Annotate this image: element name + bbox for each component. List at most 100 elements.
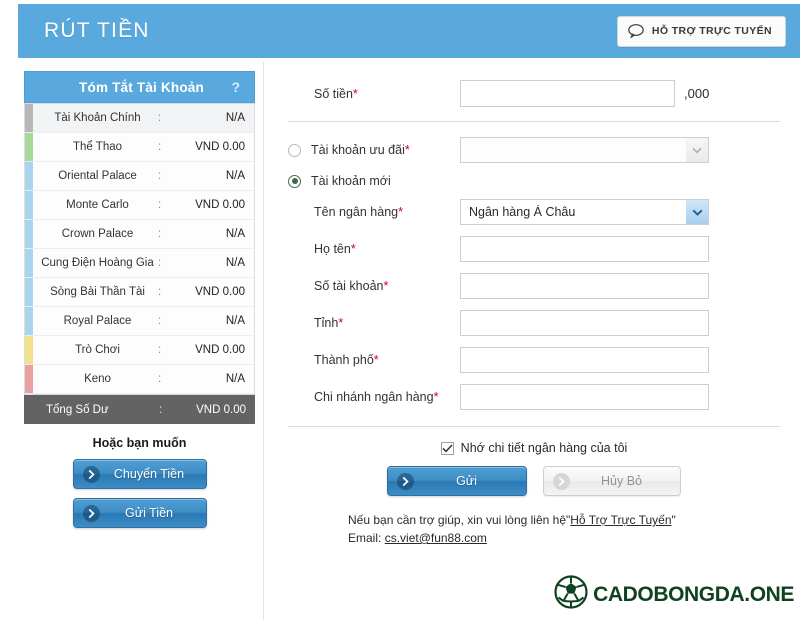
balance-row-marker [25,220,33,248]
balance-row: Cung Điện Hoàng Gia: N/A [25,249,254,278]
balance-row-marker [25,307,33,335]
balance-row: Sòng Bài Thần Tài: VND 0.00 [25,278,254,307]
left-margin [0,0,18,624]
total-balance-label: Tổng Số Dư [46,403,109,416]
bank-name-select[interactable]: Ngân hàng Á Châu [460,199,709,225]
email-line: Email: cs.viet@fun88.com [348,529,780,547]
page-header: RÚT TIỀN HỖ TRỢ TRỰC TUYẾN [18,4,800,58]
account-balance-list: Tài Khoản Chính: N/A Thể Thao: VND 0.00 Orie… [24,103,255,395]
help-question-icon[interactable]: ? [226,79,240,95]
balance-row: Crown Palace: N/A [25,220,254,249]
chevron-down-icon [686,200,708,224]
help-line: Nếu bạn cần trợ giúp, xin vui lòng liên … [348,511,780,529]
province-label: Tỉnh* [314,316,344,330]
balance-row-marker [25,249,33,277]
balance-row-separator: : [158,170,162,182]
bonus-account-row: Tài khoản ưu đãi* [288,137,780,163]
balance-row-marker [25,336,33,364]
balance-row-value: N/A [225,373,245,385]
balance-row-separator: : [158,228,162,240]
full-name-label: Họ tên* [314,242,356,256]
deposit-money-label: Gửi Tiền [125,506,173,520]
remember-bank-checkbox[interactable] [440,441,454,455]
amount-input[interactable] [460,80,675,107]
city-input[interactable] [460,347,709,373]
bank-branch-row: Chi nhánh ngân hàng* [288,384,780,410]
balance-row-value: VND 0.00 [195,199,245,211]
account-number-input[interactable] [460,273,709,299]
bonus-account-select[interactable] [460,137,709,163]
account-number-label: Số tài khoản* [314,279,389,293]
balance-row-value: N/A [225,170,245,182]
sidebar-actions-title: Hoặc bạn muốn [92,436,187,450]
new-account-radio[interactable] [288,174,301,188]
bank-name-label: Tên ngân hàng* [314,205,403,219]
balance-row: Keno: N/A [25,365,254,394]
account-summary-header: Tóm Tắt Tài Khoản ? [24,71,255,103]
balance-row-separator: : [158,199,162,211]
transfer-money-label: Chuyển Tiền [113,467,185,481]
bonus-account-label-text: Tài khoản ưu đãi* [311,143,410,157]
province-input[interactable] [460,310,709,336]
balance-row-marker [25,133,33,161]
balance-row-label: Tài Khoản Chính [54,111,141,124]
balance-row-separator: : [158,141,162,153]
balance-row-marker [25,365,33,393]
transfer-money-button[interactable]: Chuyển Tiền [72,459,207,489]
online-support-button[interactable]: HỖ TRỢ TRỰC TUYẾN [616,15,786,47]
full-name-input[interactable] [460,236,709,262]
balance-row-label: Crown Palace [61,227,134,240]
submit-button[interactable]: Gửi [387,466,527,496]
balance-row-label: Cung Điện Hoàng Gia [41,256,154,269]
soccer-ball-icon [554,575,588,614]
amount-suffix: ,000 [684,86,710,101]
total-balance-value: VND 0.00 [196,403,246,416]
balance-row-separator: : [158,112,162,124]
page-root: RÚT TIỀN HỖ TRỢ TRỰC TUYẾN Tóm Tắt Tài K… [0,0,800,624]
balance-row: Monte Carlo: VND 0.00 [25,191,254,220]
deposit-money-button[interactable]: Gửi Tiền [72,498,207,528]
bank-name-row: Tên ngân hàng* Ngân hàng Á Châu [288,199,780,225]
help-line-prefix: Nếu bạn cần trợ giúp, xin vui lòng liên … [348,513,571,527]
bonus-account-radio[interactable] [288,143,301,157]
balance-row-marker [25,162,33,190]
chevron-right-icon [82,504,100,522]
balance-row-value: N/A [225,228,245,240]
chevron-right-icon [82,465,100,483]
balance-row: Royal Palace: N/A [25,307,254,336]
total-balance-row: Tổng Số Dư : VND 0.00 [24,395,255,424]
balance-row-separator: : [158,315,162,327]
bank-branch-input[interactable] [460,384,709,410]
submit-button-label: Gửi [456,474,477,488]
balance-row-label: Monte Carlo [66,198,129,211]
city-row: Thành phố* [288,347,780,373]
total-balance-separator: : [159,403,163,416]
bank-branch-label: Chi nhánh ngân hàng* [314,390,439,404]
email-link[interactable]: cs.viet@fun88.com [385,531,487,545]
balance-row-value: VND 0.00 [195,344,245,356]
online-support-link[interactable]: Hỗ Trợ Trực Tuyến [570,513,671,527]
bonus-account-label: Tài khoản ưu đãi* [288,143,460,157]
balance-row-label: Sòng Bài Thần Tài [50,285,145,298]
balance-row-marker [25,191,33,219]
balance-row-label: Trò Chơi [75,343,120,356]
account-number-row: Số tài khoản* [288,273,780,299]
chevron-right-icon [397,472,414,490]
sidebar-actions: Hoặc bạn muốn Chuyển Tiền Gửi Tiền [24,424,255,537]
amount-label: Số tiền* [288,87,460,101]
chevron-down-icon [686,138,708,162]
email-label: Email: [348,531,382,545]
new-account-row: Tài khoản mới [288,174,780,188]
balance-row-marker [25,278,33,306]
city-label: Thành phố* [314,353,379,367]
amount-field-row: Số tiền* ,000 [288,80,780,107]
balance-row-label: Thể Thao [72,140,122,153]
balance-row: Thể Thao: VND 0.00 [25,133,254,162]
balance-row-separator: : [158,286,162,298]
amount-required-mark: * [352,86,358,101]
balance-row-label: Oriental Palace [58,169,137,182]
cancel-button[interactable]: Hủy Bỏ [543,466,681,496]
balance-row-marker [25,104,33,132]
new-account-label-text: Tài khoản mới [311,174,391,188]
online-support-label: HỖ TRỢ TRỰC TUYẾN [651,25,772,37]
